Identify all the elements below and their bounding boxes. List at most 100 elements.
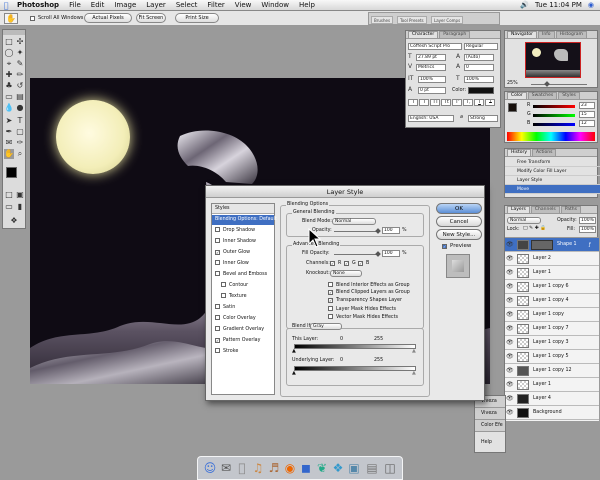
fill-opacity-slider[interactable]	[334, 254, 378, 255]
jump-to-imageready-icon[interactable]: ❖	[9, 216, 19, 226]
blend-if-select[interactable]: Gray	[310, 323, 342, 330]
underlying-white-triangle[interactable]: ▲	[412, 370, 416, 376]
style-item-stroke[interactable]: Stroke	[212, 347, 274, 357]
screen-mode-full-icon[interactable]: ▮	[15, 202, 25, 212]
well-tab-brushes[interactable]: Brushes	[371, 16, 394, 24]
healing-brush-tool-icon[interactable]: ✚	[4, 70, 14, 80]
dialog-title[interactable]: Layer Style	[206, 186, 484, 198]
layer-row[interactable]: 👁 Background	[505, 406, 599, 420]
layer-row[interactable]: 👁 Layer 1 copy 3	[505, 336, 599, 350]
notes-tool-icon[interactable]: ✉	[4, 138, 14, 148]
print-size-button[interactable]: Print Size	[175, 13, 219, 23]
hand-tool-icon[interactable]: ✋	[4, 149, 14, 159]
tracking-field[interactable]: 0	[464, 64, 494, 71]
magic-wand-tool-icon[interactable]: ✦	[15, 48, 25, 58]
eye-icon[interactable]: 👁	[506, 395, 514, 402]
style-item-color-overlay[interactable]: Color Overlay	[212, 314, 274, 324]
help-link[interactable]: Help	[481, 440, 492, 445]
layer-row[interactable]: 👁 Layer 4	[505, 392, 599, 406]
horizontal-scale-field[interactable]: 100%	[464, 76, 494, 83]
faux-italic-button[interactable]: T	[419, 99, 429, 106]
menu-edit[interactable]: Edit	[86, 1, 110, 9]
style-item-inner-glow[interactable]: Inner Glow	[212, 259, 274, 269]
eye-icon[interactable]: 👁	[506, 367, 514, 374]
tab-paragraph[interactable]: Paragraph	[439, 31, 471, 38]
eye-icon[interactable]: 👁	[506, 283, 514, 290]
menu-file[interactable]: File	[64, 1, 86, 9]
move-tool-icon[interactable]: ✣	[15, 37, 25, 47]
eye-icon[interactable]: 👁	[506, 353, 514, 360]
small-caps-button[interactable]: Tt	[441, 99, 451, 106]
layer-row[interactable]: 👁 Layer 1 copy	[505, 308, 599, 322]
style-checkbox[interactable]	[215, 326, 220, 331]
apple-icon[interactable]: 	[234, 460, 250, 477]
blue-value[interactable]: 12	[579, 120, 595, 127]
lock-icons[interactable]: □ ✎ ✚ 🔒	[523, 226, 546, 231]
well-tab-tool-presets[interactable]: Tool Presets	[397, 16, 427, 24]
blue-slider[interactable]	[533, 123, 575, 126]
dodge-tool-icon[interactable]: ●	[15, 103, 25, 113]
viveza-item[interactable]: Viveza	[475, 408, 505, 420]
style-checkbox[interactable]	[215, 304, 220, 309]
option-layer-mask-hides[interactable]: Layer Mask Hides Effects	[328, 306, 396, 312]
vertical-scale-field[interactable]: 100%	[418, 76, 446, 83]
option-transparency-shapes[interactable]: ✓ Transparency Shapes Layer	[328, 298, 402, 303]
marquee-tool-icon[interactable]: □	[4, 37, 14, 47]
new-style-button[interactable]: New Style...	[436, 229, 482, 240]
layer-row[interactable]: 👁 Layer 1 copy 5	[505, 350, 599, 364]
underlying-black-triangle[interactable]: ▲	[292, 370, 296, 376]
style-checkbox[interactable]	[221, 293, 226, 298]
layer-blend-mode-select[interactable]: Normal	[507, 217, 541, 224]
menu-view[interactable]: View	[230, 1, 257, 9]
spotlight-icon[interactable]: ◉	[588, 1, 594, 9]
mail-icon[interactable]: ✉	[218, 460, 234, 477]
navigator-zoom-value[interactable]: 25%	[507, 81, 518, 86]
layer-row[interactable]: 👁 Layer 1	[505, 378, 599, 392]
lasso-tool-icon[interactable]: ◯	[4, 48, 14, 58]
layer-row[interactable]: 👁 Layer 1 copy 7	[505, 322, 599, 336]
tab-actions[interactable]: Actions	[532, 149, 557, 156]
fit-screen-button[interactable]: Fit Screen	[136, 13, 166, 23]
menu-image[interactable]: Image	[109, 1, 141, 9]
cancel-button[interactable]: Cancel	[436, 216, 482, 227]
feather-icon[interactable]: ❦	[314, 460, 330, 477]
menu-filter[interactable]: Filter	[202, 1, 229, 9]
tab-navigator[interactable]: Navigator	[507, 31, 538, 38]
guitar-icon[interactable]: ♬	[266, 460, 282, 477]
brush-tool-icon[interactable]: ✏	[15, 70, 25, 80]
style-item-pattern-overlay[interactable]: ✓ Pattern Overlay	[212, 336, 274, 346]
red-value[interactable]: 23	[579, 102, 595, 109]
foreground-color-swatch[interactable]	[6, 167, 17, 178]
this-layer-white-triangle[interactable]: ▲	[412, 348, 416, 354]
blend-mode-select[interactable]: Normal	[332, 218, 376, 225]
tab-swatches[interactable]: Swatches	[527, 92, 558, 99]
apple-menu-icon[interactable]: 	[0, 1, 12, 10]
tab-histogram[interactable]: Histogram	[555, 31, 587, 38]
trash-icon[interactable]: ◫	[382, 460, 398, 477]
style-checkbox[interactable]	[215, 271, 220, 276]
faux-bold-button[interactable]: T	[408, 99, 418, 106]
finder-icon[interactable]: ☺	[202, 460, 218, 477]
clone-stamp-tool-icon[interactable]: ♣	[4, 81, 14, 91]
layer-row[interactable]: 👁 Layer 1 copy 12	[505, 364, 599, 378]
style-item-inner-shadow[interactable]: Inner Shadow	[212, 237, 274, 247]
navigator-zoom-knob[interactable]	[544, 81, 550, 87]
hand-tool-preset-icon[interactable]: ✋	[4, 13, 18, 24]
font-style-select[interactable]: Regular	[464, 43, 498, 50]
actual-pixels-button[interactable]: Actual Pixels	[84, 13, 132, 23]
menu-clock[interactable]: Tue 11:04 PM	[535, 1, 582, 9]
menu-select[interactable]: Select	[171, 1, 203, 9]
color-foreground-swatch[interactable]	[508, 103, 517, 112]
tab-history[interactable]: History	[507, 149, 532, 156]
navigator-preview[interactable]	[525, 42, 581, 78]
scroll-all-checkbox[interactable]	[30, 15, 38, 22]
text-color-swatch[interactable]	[468, 87, 494, 94]
fill-field[interactable]: 100%	[579, 226, 596, 233]
tab-paths[interactable]: Paths	[560, 206, 581, 213]
layer-row[interactable]: 👁 Shape 1 ƒ	[505, 238, 599, 252]
style-item-drop-shadow[interactable]: Drop Shadow	[212, 226, 274, 236]
green-value[interactable]: 15	[579, 111, 595, 118]
firefox-icon[interactable]: ◉	[282, 460, 298, 477]
crop-tool-icon[interactable]: ⌖	[4, 59, 14, 69]
subscript-button[interactable]: T,	[463, 99, 473, 106]
